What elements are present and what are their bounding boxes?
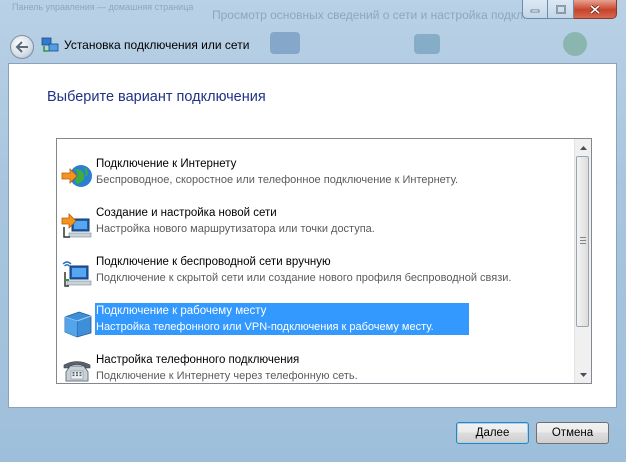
option-description: Настройка нового маршрутизатора или точк… xyxy=(96,223,375,235)
scroll-down-button[interactable] xyxy=(575,366,591,383)
option-title: Подключение к беспроводной сети вручную xyxy=(96,256,331,268)
scroll-up-icon xyxy=(579,145,587,150)
option-dialup[interactable]: Настройка телефонного подключения Подклю… xyxy=(57,350,575,383)
vertical-scrollbar[interactable] xyxy=(574,139,591,383)
window-title: Установка подключения или сети xyxy=(64,38,250,52)
option-description: Подключение к Интернету через телефонную… xyxy=(96,370,358,382)
back-arrow-icon xyxy=(15,41,28,53)
globe-network-icon xyxy=(61,165,92,187)
option-new-network[interactable]: Создание и настройка новой сети Настройк… xyxy=(57,203,575,247)
window-frame: Панель управления — домашняя страница Пр… xyxy=(0,0,626,462)
scroll-down-icon xyxy=(579,372,587,377)
option-description: Подключение к скрытой сети или создание … xyxy=(96,272,512,284)
cancel-button[interactable]: Отмена xyxy=(536,422,609,444)
client-area: Выберите вариант подключения Подключение… xyxy=(8,63,617,408)
background-computer-icon xyxy=(270,32,300,54)
maximize-icon xyxy=(555,4,566,14)
background-globe-icon xyxy=(563,32,587,56)
close-button[interactable] xyxy=(574,0,617,19)
option-title: Подключение к Интернету xyxy=(96,158,237,170)
next-button[interactable]: Далее xyxy=(456,422,529,444)
option-wireless-manual[interactable]: Подключение к беспроводной сети вручную … xyxy=(57,252,575,296)
scroll-grip xyxy=(580,237,586,238)
option-description: Настройка телефонного или VPN-подключени… xyxy=(96,321,434,333)
scroll-grip xyxy=(580,243,586,244)
telephone-icon xyxy=(63,361,91,382)
minimize-button[interactable] xyxy=(522,0,548,19)
wireless-network-icon xyxy=(62,261,92,287)
network-setup-icon xyxy=(41,37,59,52)
new-network-icon xyxy=(61,213,92,238)
maximize-button[interactable] xyxy=(548,0,574,19)
option-title: Создание и настройка новой сети xyxy=(96,207,277,219)
option-description: Беспроводное, скоростное или телефонное … xyxy=(96,174,459,186)
option-title: Подключение к рабочему месту xyxy=(96,305,267,317)
workplace-icon xyxy=(64,311,92,338)
close-icon xyxy=(590,4,600,14)
background-network-icon xyxy=(414,34,440,54)
caption-buttons xyxy=(522,0,617,20)
background-window-left-text: Панель управления — домашняя страница xyxy=(12,2,194,12)
option-internet[interactable]: Подключение к Интернету Беспроводное, ск… xyxy=(57,154,575,198)
scroll-thumb[interactable] xyxy=(576,156,589,327)
option-workplace[interactable]: Подключение к рабочему месту Настройка т… xyxy=(57,301,575,345)
back-button[interactable] xyxy=(10,35,34,59)
option-title: Настройка телефонного подключения xyxy=(96,354,300,366)
scroll-up-button[interactable] xyxy=(575,139,591,156)
connection-options-list: Подключение к Интернету Беспроводное, ск… xyxy=(56,138,592,384)
background-window-title: Просмотр основных сведений о сети и наст… xyxy=(212,8,565,22)
minimize-icon xyxy=(530,9,540,13)
page-heading: Выберите вариант подключения xyxy=(47,89,266,105)
scroll-grip xyxy=(580,240,586,241)
